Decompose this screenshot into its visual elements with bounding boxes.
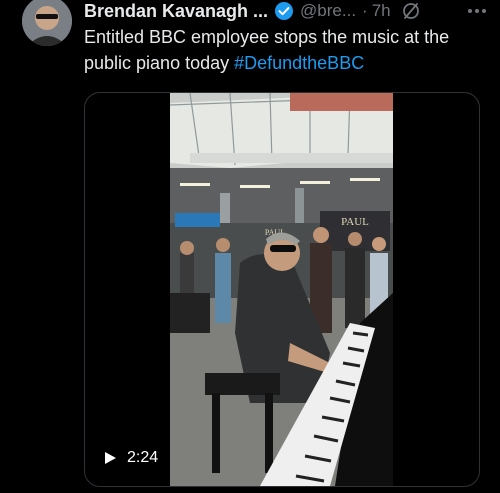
grok-icon[interactable] [401,1,421,21]
video-player[interactable]: PAUL PAUL 2:24 [84,92,480,487]
video-duration: 2:24 [103,449,158,467]
tweet-header: Brendan Kavanagh ... @bre... · 7h [84,0,484,22]
author-name[interactable]: Brendan Kavanagh ... [84,1,268,22]
separator-dot: · [362,1,368,20]
avatar[interactable] [22,0,72,46]
verified-badge-icon [274,1,294,21]
tweet-time[interactable]: 7h [372,1,391,21]
duration-label: 2:24 [127,449,159,466]
author-handle[interactable]: @bre... [300,1,356,21]
tweet-text: Entitled BBC employee stops the music at… [84,24,484,76]
storefront-sign: PAUL [341,216,369,228]
hashtag-link[interactable]: #DefundtheBBC [234,53,364,73]
video-thumbnail: PAUL PAUL [170,93,393,486]
video-frame[interactable]: PAUL PAUL [170,93,393,486]
play-icon[interactable] [103,451,117,465]
more-icon[interactable] [466,0,488,22]
avatar-image [22,0,72,46]
